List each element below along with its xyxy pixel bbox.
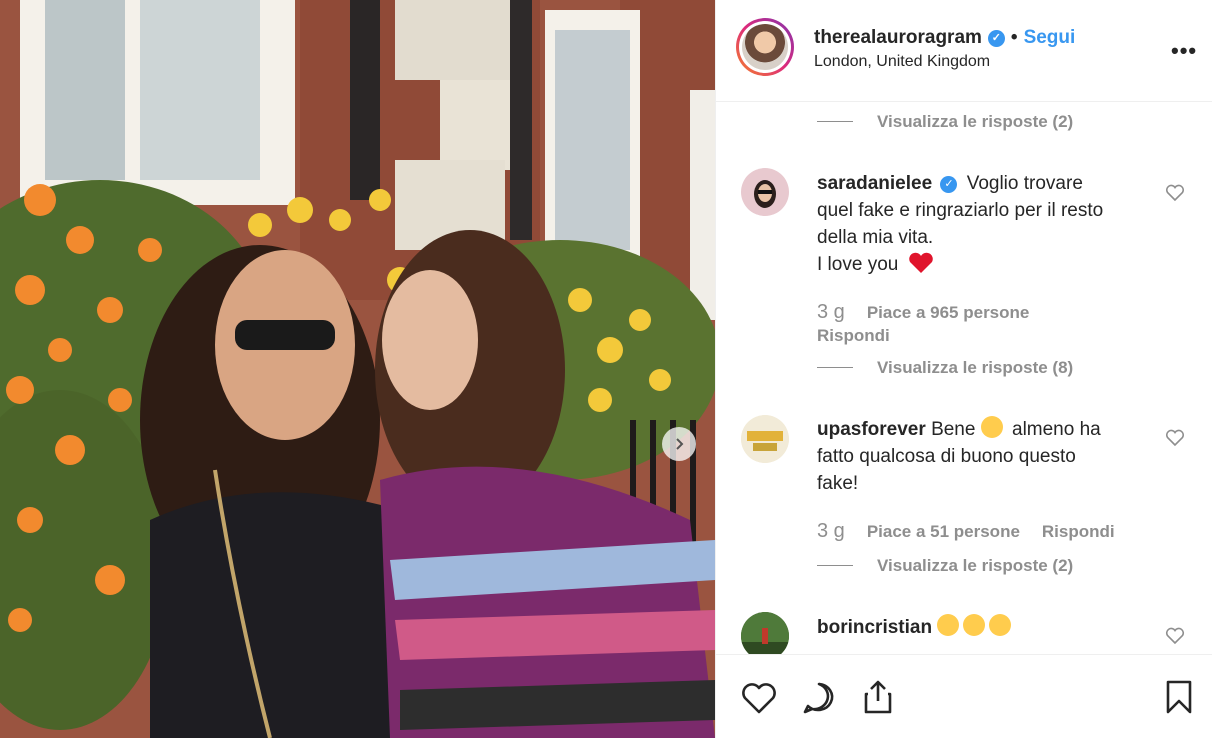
- comment-likes[interactable]: Piace a 965 persone: [867, 303, 1030, 322]
- more-options-icon[interactable]: •••: [1171, 38, 1197, 64]
- heart-emoji-icon: [908, 252, 933, 273]
- comment-avatar[interactable]: [741, 415, 789, 463]
- view-replies-button[interactable]: Visualizza le risposte (8): [817, 358, 1073, 378]
- post-photo[interactable]: [0, 0, 715, 738]
- comment-likes[interactable]: Piace a 51 persone: [867, 522, 1020, 541]
- share-icon[interactable]: [862, 679, 894, 715]
- verified-icon: ✓: [940, 176, 958, 193]
- smiling-emoji-icon: [989, 614, 1012, 636]
- bookmark-icon[interactable]: [1164, 679, 1194, 715]
- view-replies-button[interactable]: Visualizza le risposte (2): [817, 112, 1073, 132]
- comment-time: 3 g: [817, 520, 845, 542]
- comment-username[interactable]: saradanielee: [817, 173, 932, 194]
- comment-username[interactable]: borincristian: [817, 617, 932, 638]
- follow-button[interactable]: Segui: [1024, 27, 1076, 48]
- smiling-emoji-icon: [937, 614, 960, 636]
- comment-text: borincristian: [817, 614, 1147, 641]
- comment-time: 3 g: [817, 301, 845, 323]
- comment-avatar[interactable]: [741, 612, 789, 654]
- view-replies-button[interactable]: Visualizza le risposte (2): [817, 556, 1073, 576]
- post-panel: therealauroragram ✓ • Segui London, United …: [715, 0, 1212, 738]
- post-image: [0, 0, 715, 738]
- comment-meta: 3 g Piace a 51 persone Rispondi: [817, 520, 1115, 543]
- comment-username[interactable]: upasforever: [817, 419, 926, 440]
- comment-text: saradanielee ✓ Voglio trovare quel fake …: [817, 173, 1104, 275]
- separator: •: [1010, 27, 1018, 48]
- comments-list[interactable]: Visualizza le risposte (2) saradanielee …: [716, 102, 1212, 654]
- like-comment-heart-icon[interactable]: [1165, 184, 1185, 202]
- reply-button[interactable]: Rispondi: [817, 326, 890, 345]
- verified-icon: ✓: [987, 30, 1005, 47]
- post-header: therealauroragram ✓ • Segui London, United …: [716, 0, 1212, 102]
- post-header-line: therealauroragram ✓ • Segui: [814, 27, 1075, 49]
- author-username[interactable]: therealauroragram: [814, 27, 982, 48]
- comment-meta-reply: Rispondi: [817, 326, 890, 346]
- laughing-emoji-icon: [980, 416, 1003, 438]
- heart-icon[interactable]: [741, 681, 777, 715]
- comment-text: upasforever Bene almeno ha fatto qualcos…: [817, 416, 1147, 497]
- comment-icon[interactable]: [802, 681, 836, 715]
- next-arrow-icon: [676, 438, 684, 450]
- reply-button[interactable]: Rispondi: [1042, 522, 1115, 541]
- author-avatar[interactable]: [736, 18, 794, 76]
- post-location[interactable]: London, United Kingdom: [814, 53, 990, 71]
- like-comment-heart-icon[interactable]: [1165, 627, 1185, 645]
- post-actions: [716, 654, 1212, 739]
- comment-avatar[interactable]: [741, 168, 789, 216]
- like-comment-heart-icon[interactable]: [1165, 429, 1185, 447]
- next-photo-button[interactable]: [662, 427, 696, 461]
- comment-meta: 3 g Piace a 965 persone: [817, 301, 1029, 324]
- smiling-emoji-icon: [963, 614, 986, 636]
